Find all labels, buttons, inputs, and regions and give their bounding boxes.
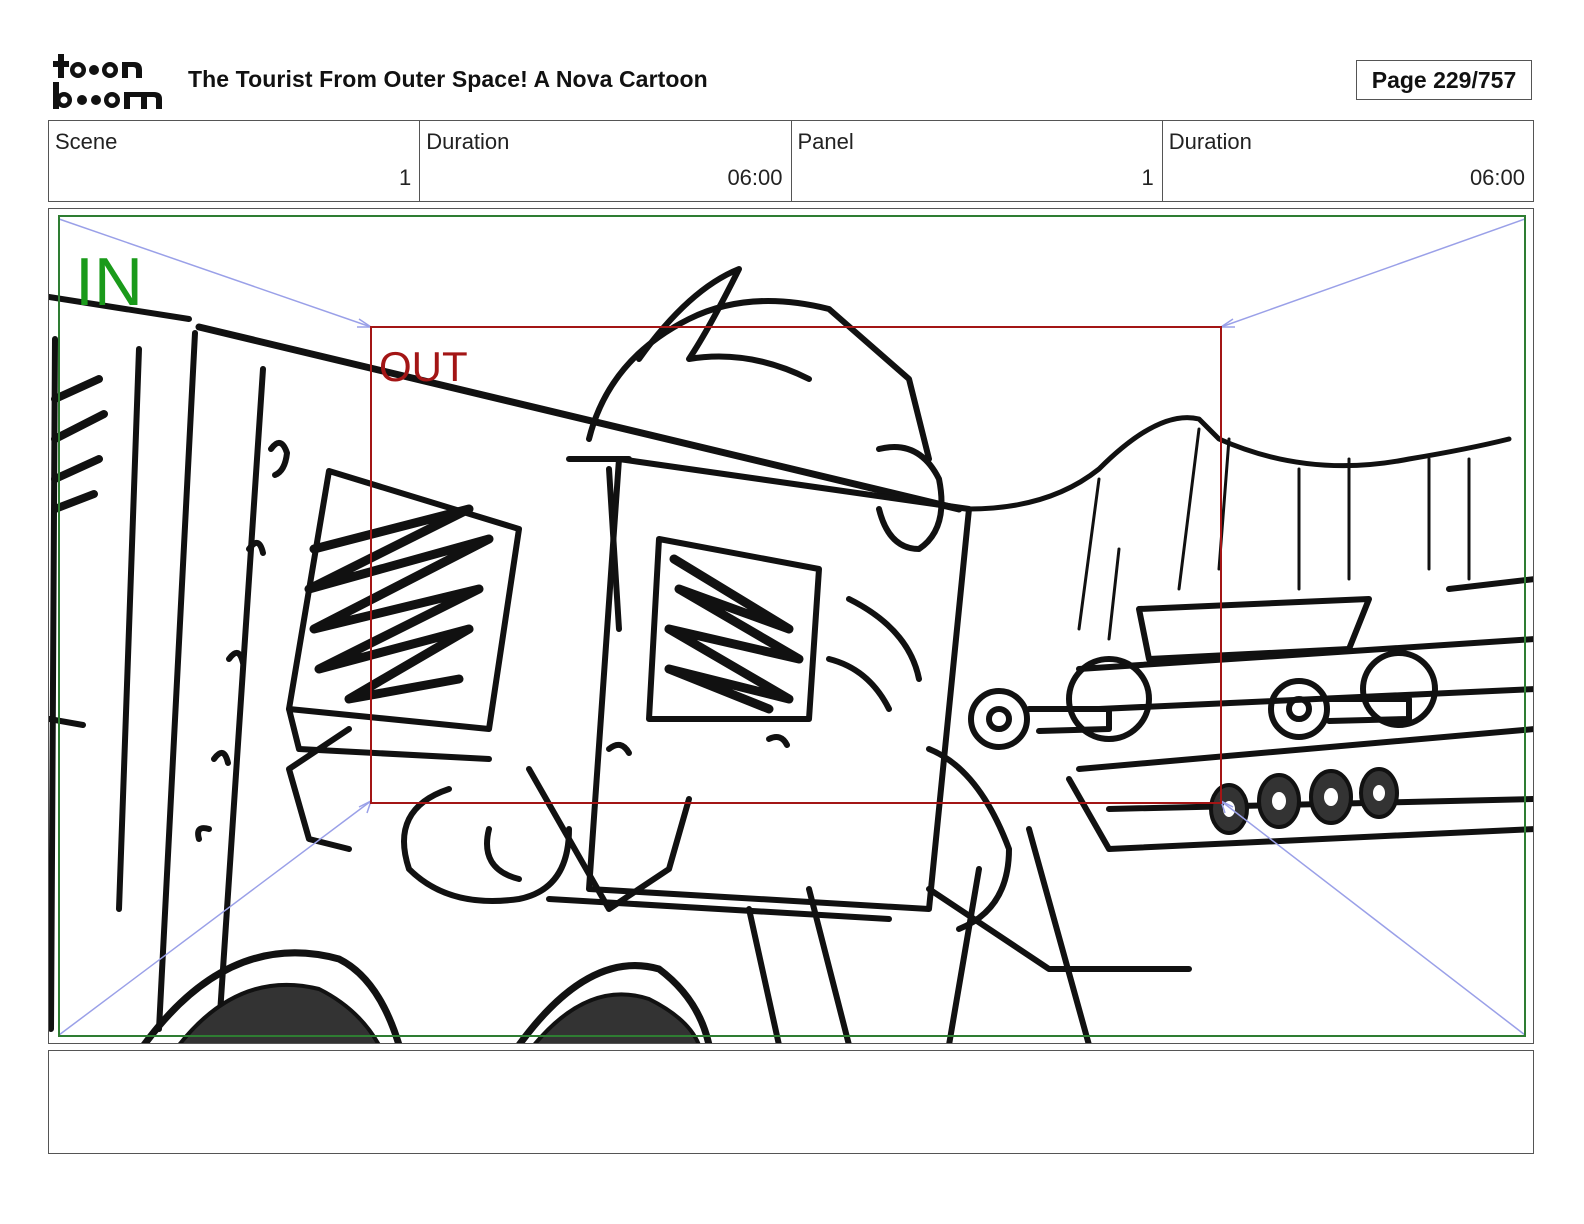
storyboard-panel: IN OUT (48, 208, 1534, 1044)
scene-duration-value: 06:00 (727, 165, 783, 190)
panel-duration-value: 06:00 (1469, 165, 1525, 190)
toon-boom-logo (53, 54, 162, 109)
page-number: Page 229/757 (1356, 60, 1532, 100)
scene-duration-cell: Duration 06:00 (420, 121, 792, 201)
panel-value: 1 (1141, 165, 1154, 190)
caption-box (48, 1050, 1534, 1154)
scene-duration-label: Duration (426, 129, 510, 154)
panel-label: Panel (797, 129, 854, 154)
panel-duration-cell: Duration 06:00 (1163, 121, 1533, 201)
panel-sketch: IN OUT (49, 215, 1533, 1043)
panel-info-table: Scene 1 Duration 06:00 Panel 1 Duration … (48, 120, 1534, 202)
out-frame-label: OUT (379, 343, 468, 390)
panel-duration-label: Duration (1168, 129, 1252, 154)
document-title: The Tourist From Outer Space! A Nova Car… (188, 66, 708, 92)
in-frame-label: IN (75, 244, 143, 320)
panel-cell: Panel 1 (792, 121, 1163, 201)
scene-value: 1 (399, 165, 412, 190)
scene-label: Scene (55, 129, 118, 154)
scene-cell: Scene 1 (49, 121, 421, 201)
